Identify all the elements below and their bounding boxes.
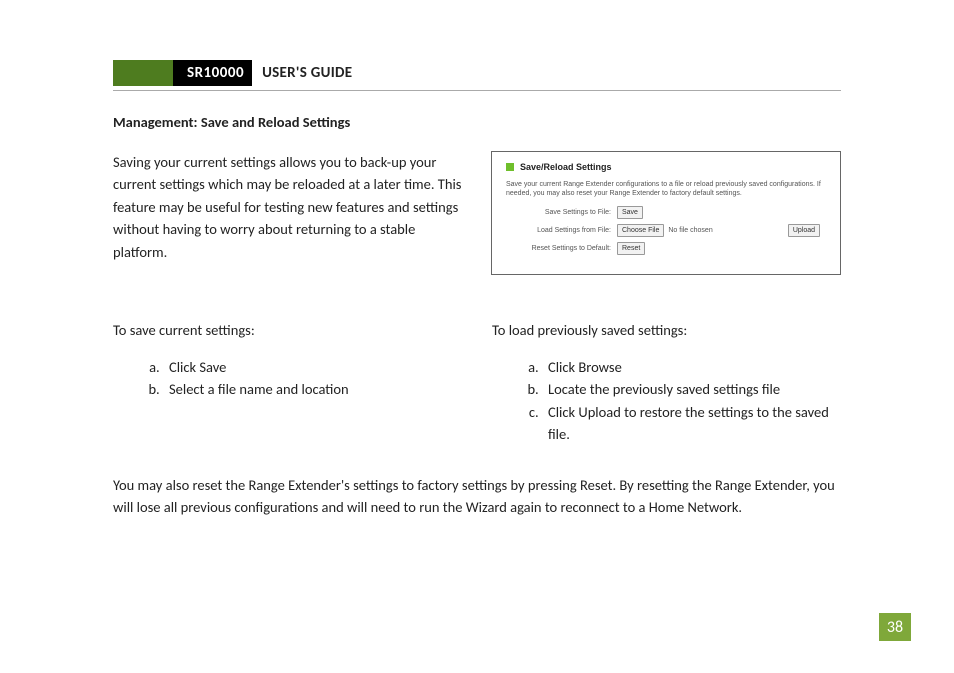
reset-to-default-label: Reset Settings to Default: [506,245,617,252]
load-instructions-list: Click Browse Locate the previously saved… [492,356,841,446]
panel-row-save: Save Settings to File: Save [506,206,826,219]
list-item: Click Browse [542,356,841,378]
panel-row-load: Load Settings from File: Choose File No … [506,224,826,237]
upload-button[interactable]: Upload [788,224,820,237]
panel-title: Save/Reload Settings [520,162,612,172]
header-rule [113,90,841,91]
load-instructions-lead: To load previously saved settings: [492,319,841,341]
save-instructions-list: Click Save Select a file name and locati… [113,356,462,401]
list-item: Click Upload to restore the settings to … [542,401,841,446]
load-from-file-label: Load Settings from File: [506,227,617,234]
save-instructions-column: To save current settings: Click Save Sel… [113,319,462,445]
doc-header: SR10000 USER'S GUIDE [113,60,841,86]
list-item: Click Save [163,356,462,378]
reset-button[interactable]: Reset [617,242,645,255]
choose-file-button[interactable]: Choose File [617,224,664,237]
settings-panel: Save/Reload Settings Save your current R… [491,151,841,275]
panel-row-reset: Reset Settings to Default: Reset [506,242,826,255]
file-chosen-status: No file chosen [668,227,712,234]
save-instructions-lead: To save current settings: [113,319,462,341]
load-instructions-column: To load previously saved settings: Click… [492,319,841,445]
footer-paragraph: You may also reset the Range Extender's … [113,474,841,519]
save-to-file-label: Save Settings to File: [506,209,617,216]
intro-paragraph: Saving your current settings allows you … [113,151,471,263]
panel-description: Save your current Range Extender configu… [506,180,826,198]
list-item: Locate the previously saved settings fil… [542,378,841,400]
list-item: Select a file name and location [163,378,462,400]
panel-accent-icon [506,163,514,171]
save-button[interactable]: Save [617,206,643,219]
header-model: SR10000 [173,60,252,86]
header-title: USER'S GUIDE [252,60,352,86]
page-number: 38 [879,613,911,641]
header-accent [113,60,173,86]
section-heading: Management: Save and Reload Settings [113,113,841,131]
